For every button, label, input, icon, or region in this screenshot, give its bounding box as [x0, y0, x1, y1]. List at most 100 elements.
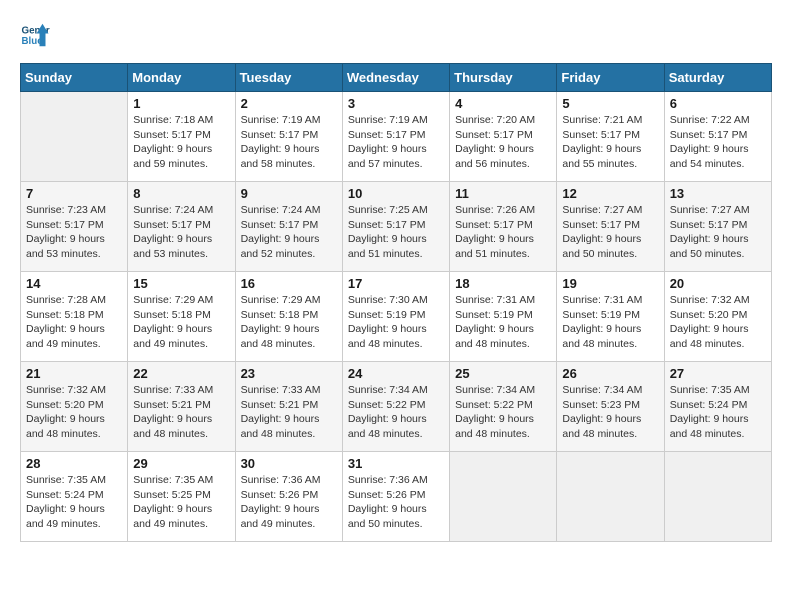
calendar-week-1: 1 Sunrise: 7:18 AM Sunset: 5:17 PM Daylig… — [21, 92, 772, 182]
calendar-cell: 21Sunrise: 7:32 AM Sunset: 5:20 PM Dayli… — [21, 362, 128, 452]
calendar-cell: 6Sunrise: 7:22 AM Sunset: 5:17 PM Daylig… — [664, 92, 771, 182]
calendar-cell — [557, 452, 664, 542]
calendar-cell: 11Sunrise: 7:26 AM Sunset: 5:17 PM Dayli… — [450, 182, 557, 272]
day-info: Sunrise: 7:35 AM Sunset: 5:24 PM Dayligh… — [26, 473, 122, 532]
calendar-cell: 26 Sunrise: 7:34 AM Sunset: 5:23 PM Dayli… — [557, 362, 664, 452]
day-number: 1 — [133, 96, 229, 111]
calendar-cell: 5 Sunrise: 7:21 AM Sunset: 5:17 PM Daylig… — [557, 92, 664, 182]
calendar-week-3: 14 Sunrise: 7:28 AM Sunset: 5:18 PM Dayli… — [21, 272, 772, 362]
calendar-table: SundayMondayTuesdayWednesdayThursdayFrid… — [20, 63, 772, 542]
day-info: Sunrise: 7:29 AM Sunset: 5:18 PM Dayligh… — [133, 293, 229, 352]
day-info: Sunrise: 7:18 AM Sunset: 5:17 PM Dayligh… — [133, 113, 229, 172]
day-info: Sunrise: 7:19 AM Sunset: 5:17 PM Dayligh… — [241, 113, 337, 172]
calendar-cell: 9 Sunrise: 7:24 AM Sunset: 5:17 PM Daylig… — [235, 182, 342, 272]
calendar-cell: 8 Sunrise: 7:24 AM Sunset: 5:17 PM Daylig… — [128, 182, 235, 272]
calendar-header: SundayMondayTuesdayWednesdayThursdayFrid… — [21, 64, 772, 92]
calendar-week-4: 21Sunrise: 7:32 AM Sunset: 5:20 PM Dayli… — [21, 362, 772, 452]
calendar-cell: 20 Sunrise: 7:32 AM Sunset: 5:20 PM Dayli… — [664, 272, 771, 362]
calendar-cell: 17 Sunrise: 7:30 AM Sunset: 5:19 PM Dayli… — [342, 272, 449, 362]
day-info: Sunrise: 7:27 AM Sunset: 5:17 PM Dayligh… — [562, 203, 658, 262]
day-number: 12 — [562, 186, 658, 201]
weekday-header-sunday: Sunday — [21, 64, 128, 92]
day-info: Sunrise: 7:28 AM Sunset: 5:18 PM Dayligh… — [26, 293, 122, 352]
day-info: Sunrise: 7:31 AM Sunset: 5:19 PM Dayligh… — [562, 293, 658, 352]
calendar-cell: 10 Sunrise: 7:25 AM Sunset: 5:17 PM Dayli… — [342, 182, 449, 272]
calendar-cell: 19 Sunrise: 7:31 AM Sunset: 5:19 PM Dayli… — [557, 272, 664, 362]
calendar-cell: 25 Sunrise: 7:34 AM Sunset: 5:22 PM Dayli… — [450, 362, 557, 452]
day-info: Sunrise: 7:34 AM Sunset: 5:23 PM Dayligh… — [562, 383, 658, 442]
day-info: Sunrise: 7:29 AM Sunset: 5:18 PM Dayligh… — [241, 293, 337, 352]
day-number: 26 — [562, 366, 658, 381]
day-number: 13 — [670, 186, 766, 201]
calendar-cell: 4 Sunrise: 7:20 AM Sunset: 5:17 PM Daylig… — [450, 92, 557, 182]
day-info: Sunrise: 7:36 AM Sunset: 5:26 PM Dayligh… — [348, 473, 444, 532]
logo: General Blue — [20, 20, 55, 50]
day-number: 18 — [455, 276, 551, 291]
calendar-body: 1 Sunrise: 7:18 AM Sunset: 5:17 PM Daylig… — [21, 92, 772, 542]
day-number: 19 — [562, 276, 658, 291]
calendar-week-5: 28 Sunrise: 7:35 AM Sunset: 5:24 PM Dayli… — [21, 452, 772, 542]
day-number: 8 — [133, 186, 229, 201]
day-number: 10 — [348, 186, 444, 201]
day-number: 3 — [348, 96, 444, 111]
day-info: Sunrise: 7:26 AM Sunset: 5:17 PM Dayligh… — [455, 203, 551, 262]
calendar-cell: 24 Sunrise: 7:34 AM Sunset: 5:22 PM Dayli… — [342, 362, 449, 452]
day-info: Sunrise: 7:25 AM Sunset: 5:17 PM Dayligh… — [348, 203, 444, 262]
calendar-cell: 1 Sunrise: 7:18 AM Sunset: 5:17 PM Daylig… — [128, 92, 235, 182]
day-number: 14 — [26, 276, 122, 291]
top-area: General Blue — [20, 20, 772, 55]
calendar-week-2: 7 Sunrise: 7:23 AM Sunset: 5:17 PM Daylig… — [21, 182, 772, 272]
day-number: 16 — [241, 276, 337, 291]
calendar-cell: 13Sunrise: 7:27 AM Sunset: 5:17 PM Dayli… — [664, 182, 771, 272]
day-info: Sunrise: 7:24 AM Sunset: 5:17 PM Dayligh… — [241, 203, 337, 262]
day-number: 30 — [241, 456, 337, 471]
calendar-cell: 29Sunrise: 7:35 AM Sunset: 5:25 PM Dayli… — [128, 452, 235, 542]
day-info: Sunrise: 7:30 AM Sunset: 5:19 PM Dayligh… — [348, 293, 444, 352]
day-number: 27 — [670, 366, 766, 381]
day-info: Sunrise: 7:32 AM Sunset: 5:20 PM Dayligh… — [670, 293, 766, 352]
day-info: Sunrise: 7:35 AM Sunset: 5:24 PM Dayligh… — [670, 383, 766, 442]
day-number: 21 — [26, 366, 122, 381]
calendar-cell: 31 Sunrise: 7:36 AM Sunset: 5:26 PM Dayli… — [342, 452, 449, 542]
logo-icon: General Blue — [20, 20, 50, 50]
day-number: 20 — [670, 276, 766, 291]
day-number: 31 — [348, 456, 444, 471]
calendar-cell: 12 Sunrise: 7:27 AM Sunset: 5:17 PM Dayli… — [557, 182, 664, 272]
day-info: Sunrise: 7:19 AM Sunset: 5:17 PM Dayligh… — [348, 113, 444, 172]
calendar-cell: 18 Sunrise: 7:31 AM Sunset: 5:19 PM Dayli… — [450, 272, 557, 362]
day-info: Sunrise: 7:34 AM Sunset: 5:22 PM Dayligh… — [455, 383, 551, 442]
calendar-cell: 14 Sunrise: 7:28 AM Sunset: 5:18 PM Dayli… — [21, 272, 128, 362]
calendar-cell: 28 Sunrise: 7:35 AM Sunset: 5:24 PM Dayli… — [21, 452, 128, 542]
weekday-header-friday: Friday — [557, 64, 664, 92]
calendar-cell — [21, 92, 128, 182]
calendar-cell: 30Sunrise: 7:36 AM Sunset: 5:26 PM Dayli… — [235, 452, 342, 542]
day-info: Sunrise: 7:31 AM Sunset: 5:19 PM Dayligh… — [455, 293, 551, 352]
calendar-cell: 2Sunrise: 7:19 AM Sunset: 5:17 PM Daylig… — [235, 92, 342, 182]
calendar-cell: 22Sunrise: 7:33 AM Sunset: 5:21 PM Dayli… — [128, 362, 235, 452]
day-number: 9 — [241, 186, 337, 201]
day-number: 7 — [26, 186, 122, 201]
day-info: Sunrise: 7:23 AM Sunset: 5:17 PM Dayligh… — [26, 203, 122, 262]
calendar-cell: 23Sunrise: 7:33 AM Sunset: 5:21 PM Dayli… — [235, 362, 342, 452]
weekday-header-tuesday: Tuesday — [235, 64, 342, 92]
day-number: 25 — [455, 366, 551, 381]
day-number: 22 — [133, 366, 229, 381]
day-number: 4 — [455, 96, 551, 111]
weekday-header-saturday: Saturday — [664, 64, 771, 92]
day-info: Sunrise: 7:21 AM Sunset: 5:17 PM Dayligh… — [562, 113, 658, 172]
day-number: 24 — [348, 366, 444, 381]
calendar-cell: 15Sunrise: 7:29 AM Sunset: 5:18 PM Dayli… — [128, 272, 235, 362]
day-info: Sunrise: 7:33 AM Sunset: 5:21 PM Dayligh… — [241, 383, 337, 442]
weekday-header-row: SundayMondayTuesdayWednesdayThursdayFrid… — [21, 64, 772, 92]
calendar-cell: 7 Sunrise: 7:23 AM Sunset: 5:17 PM Daylig… — [21, 182, 128, 272]
calendar-cell — [450, 452, 557, 542]
day-number: 5 — [562, 96, 658, 111]
day-number: 17 — [348, 276, 444, 291]
day-number: 28 — [26, 456, 122, 471]
day-info: Sunrise: 7:24 AM Sunset: 5:17 PM Dayligh… — [133, 203, 229, 262]
day-info: Sunrise: 7:34 AM Sunset: 5:22 PM Dayligh… — [348, 383, 444, 442]
calendar-cell: 27 Sunrise: 7:35 AM Sunset: 5:24 PM Dayli… — [664, 362, 771, 452]
day-info: Sunrise: 7:35 AM Sunset: 5:25 PM Dayligh… — [133, 473, 229, 532]
day-info: Sunrise: 7:20 AM Sunset: 5:17 PM Dayligh… — [455, 113, 551, 172]
weekday-header-thursday: Thursday — [450, 64, 557, 92]
